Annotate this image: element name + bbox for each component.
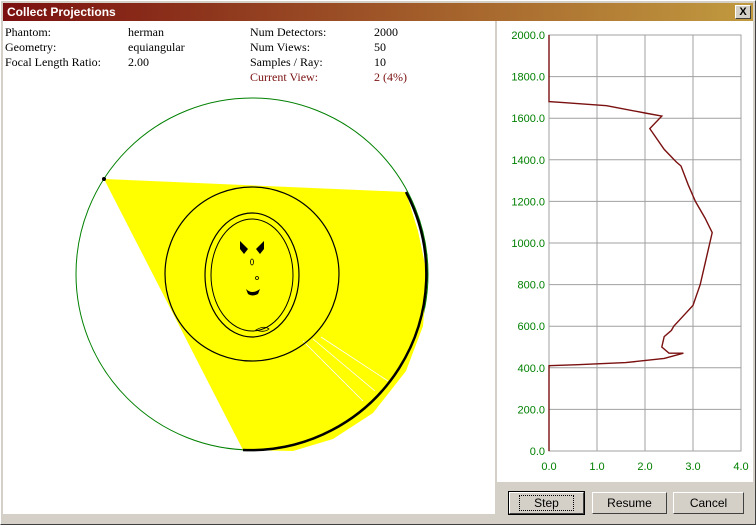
y-tick-label: 200.0 [517,404,545,416]
title-bar[interactable]: Collect Projections X [3,3,753,21]
x-tick-label: 1.0 [589,461,604,473]
y-tick-label: 800.0 [517,280,545,292]
scan-canvas: Phantom: herman Geometry: equiangular Fo… [3,21,495,514]
collect-projections-dialog: Collect Projections X Phantom: herman Ge… [0,0,756,525]
y-tick-label: 2000.0 [511,30,545,42]
x-tick-label: 3.0 [685,461,700,473]
projection-graph-panel: 0.0 1.0 2.0 3.0 4.0 0.0 200.0 400.0 600.0 800.0 10… [497,21,753,482]
step-button-label: Step [519,495,574,511]
y-tick-label: 1200.0 [511,196,545,208]
step-button[interactable]: Step [508,491,585,515]
y-tick-label: 1800.0 [511,72,545,84]
phantom-scan-diagram [75,97,429,452]
x-tick-label: 0.0 [541,461,556,473]
projection-graph: 0.0 1.0 2.0 3.0 4.0 0.0 200.0 400.0 600.0 800.0 10… [511,30,748,473]
y-tick-label: 1600.0 [511,113,545,125]
resume-button[interactable]: Resume [592,492,667,514]
xray-source [102,177,106,181]
cancel-button[interactable]: Cancel [673,492,744,514]
y-tick-label: 0.0 [530,446,545,458]
window-title: Collect Projections [7,5,116,19]
x-tick-label: 4.0 [733,461,748,473]
x-tick-label: 2.0 [637,461,652,473]
y-tick-label: 1000.0 [511,238,545,250]
close-button[interactable]: X [735,5,751,19]
y-tick-label: 600.0 [517,321,545,333]
y-tick-label: 400.0 [517,363,545,375]
y-tick-label: 1400.0 [511,155,545,167]
